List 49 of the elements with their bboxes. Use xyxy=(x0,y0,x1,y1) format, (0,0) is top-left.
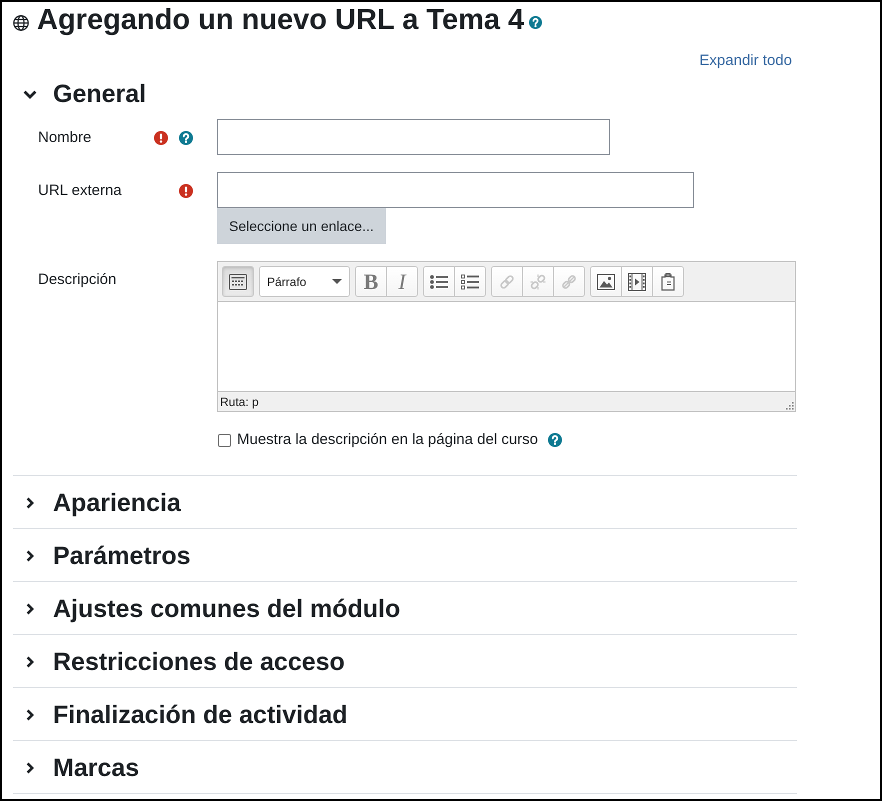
chevron-right-icon xyxy=(26,656,34,668)
chevron-right-icon xyxy=(26,550,34,562)
format-select[interactable]: Párrafo xyxy=(259,266,350,297)
numbered-list-button[interactable] xyxy=(454,266,486,297)
bullet-list-icon xyxy=(430,274,448,288)
url-input[interactable] xyxy=(217,172,694,208)
bullet-list-button[interactable] xyxy=(423,266,455,297)
paste-button[interactable] xyxy=(652,266,684,297)
bold-button[interactable]: B xyxy=(355,266,387,297)
section-header[interactable]: Parámetros xyxy=(13,529,191,581)
caret-down-icon xyxy=(332,279,342,284)
chevron-right-icon xyxy=(26,762,34,774)
field-label: Nombre xyxy=(38,128,92,148)
checkbox-label: Muestra la descripción en la página del curso xyxy=(237,430,538,450)
section-header[interactable]: Apariencia xyxy=(13,476,181,528)
keyboard-icon xyxy=(229,274,247,290)
help-icon[interactable] xyxy=(529,16,542,29)
help-icon[interactable] xyxy=(548,433,562,447)
film-icon xyxy=(628,272,646,290)
section-header[interactable]: Marcas xyxy=(13,741,140,793)
chevron-right-icon xyxy=(26,709,34,721)
media-button[interactable] xyxy=(621,266,653,297)
element-path-text: Ruta: p xyxy=(220,394,259,410)
chevron-right-icon xyxy=(26,603,34,615)
text-input[interactable] xyxy=(217,119,610,155)
help-icon[interactable] xyxy=(179,131,193,145)
section-header[interactable]: Finalización de actividad xyxy=(13,688,348,740)
broken-link-icon xyxy=(530,274,546,290)
checkbox[interactable] xyxy=(218,434,231,446)
field-label: URL externa xyxy=(38,181,122,201)
select-link-button[interactable]: Seleccione un enlace... xyxy=(217,208,386,244)
link-icon xyxy=(499,274,515,290)
section-header[interactable]: General xyxy=(13,69,146,119)
section-header[interactable]: Restricciones de acceso xyxy=(13,635,345,687)
image-icon xyxy=(597,274,615,290)
list-icon xyxy=(461,274,479,290)
page-title: Agregando un nuevo URL a Tema 4 xyxy=(37,3,524,38)
toolbar-toggle-button[interactable] xyxy=(222,266,254,297)
clipboard-icon xyxy=(661,272,675,290)
chain-icon xyxy=(561,274,577,290)
chevron-right-icon xyxy=(26,497,34,509)
image-button[interactable] xyxy=(590,266,622,297)
resize-grip-icon[interactable] xyxy=(784,400,794,410)
section-header[interactable]: Ajustes comunes del módulo xyxy=(13,582,400,634)
field-label: Descripción xyxy=(38,270,116,290)
italic-button[interactable]: I xyxy=(386,266,418,297)
chevron-down-icon xyxy=(23,90,37,98)
expand-all-link[interactable]: Expandir todo xyxy=(699,51,792,71)
globe-icon xyxy=(13,15,29,31)
